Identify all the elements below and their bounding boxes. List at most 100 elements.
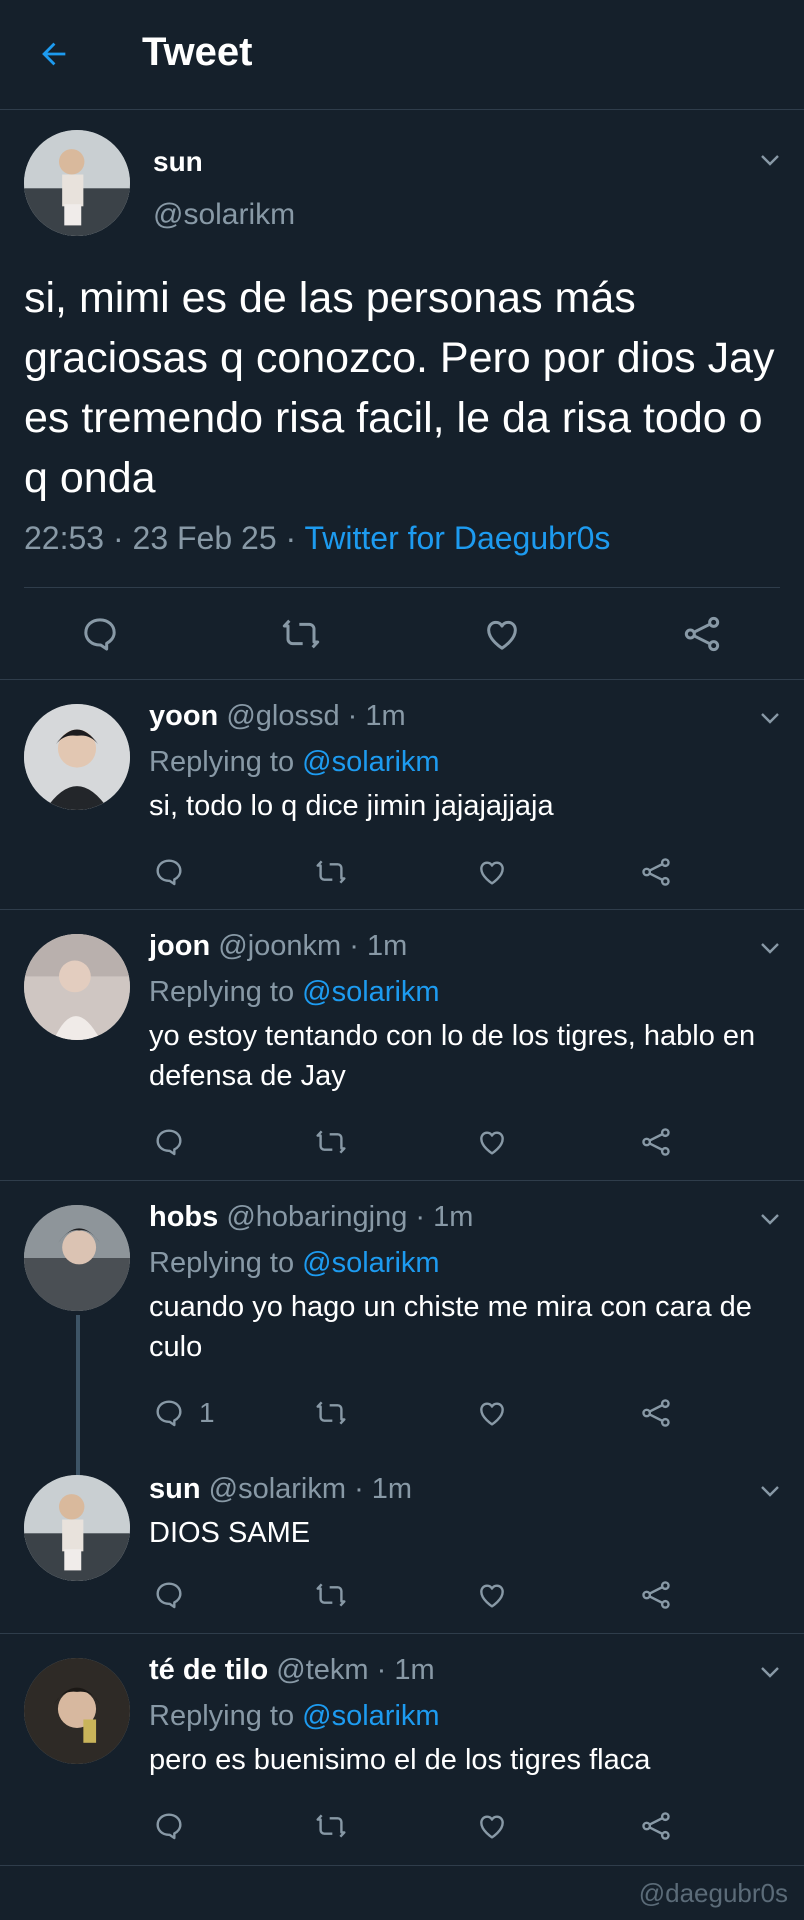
- retweet-button[interactable]: [314, 856, 348, 888]
- chevron-down-icon: [761, 1667, 779, 1678]
- author-handle[interactable]: @solarikm · 1m: [209, 1473, 412, 1505]
- more-options-button[interactable]: [756, 1658, 784, 1686]
- more-options-button[interactable]: [756, 1205, 784, 1233]
- reply-header: hobs @hobaringjng · 1m: [149, 1201, 473, 1234]
- like-button[interactable]: [482, 614, 522, 654]
- author-name[interactable]: joon: [149, 930, 210, 962]
- reply-button[interactable]: [80, 614, 120, 654]
- reply-text: cuando yo hago un chiste me mira con car…: [149, 1291, 752, 1363]
- share-button[interactable]: [640, 1810, 672, 1842]
- share-button[interactable]: [640, 1126, 672, 1158]
- reply-header: yoon @glossd · 1m: [149, 700, 406, 733]
- retweet-button[interactable]: [314, 1810, 348, 1842]
- mention-link[interactable]: @solarikm: [302, 746, 439, 778]
- avatar[interactable]: [24, 704, 130, 810]
- heart-icon: [480, 1815, 504, 1839]
- reply-icon: [156, 859, 182, 886]
- heart-icon: [480, 1131, 504, 1155]
- retweet-button[interactable]: [280, 614, 322, 654]
- reply-tweet[interactable]: té de tilo @tekm · 1m Replying to @solar…: [0, 1634, 804, 1866]
- avatar[interactable]: [24, 1475, 130, 1581]
- reply-icon: [156, 1813, 182, 1840]
- replying-to: Replying to @solarikm: [149, 1700, 440, 1732]
- share-icon: [642, 1581, 670, 1609]
- retweet-icon: [316, 1583, 346, 1607]
- thread-line: [76, 1315, 80, 1451]
- reply-tweet[interactable]: sun @solarikm · 1m DIOS SAME: [0, 1451, 804, 1634]
- retweet-button[interactable]: [314, 1126, 348, 1158]
- heart-icon: [487, 620, 517, 650]
- reply-header: joon @joonkm · 1m: [149, 930, 407, 963]
- replying-to: Replying to @solarikm: [149, 1247, 440, 1279]
- share-button[interactable]: [640, 856, 672, 888]
- retweet-icon: [282, 619, 320, 649]
- replying-to: Replying to @solarikm: [149, 746, 440, 778]
- like-button[interactable]: [476, 1397, 508, 1429]
- author-handle[interactable]: @tekm · 1m: [276, 1654, 434, 1686]
- retweet-icon: [316, 860, 346, 884]
- top-bar: Tweet: [0, 0, 804, 110]
- tweet-source-link[interactable]: Twitter for Daegubr0s: [304, 520, 610, 556]
- author-handle[interactable]: @solarikm: [153, 198, 295, 232]
- avatar[interactable]: [24, 934, 130, 1040]
- author-name[interactable]: sun: [149, 1473, 201, 1505]
- avatar[interactable]: [24, 1658, 130, 1764]
- chevron-down-icon: [761, 943, 779, 954]
- reply-header: té de tilo @tekm · 1m: [149, 1654, 435, 1687]
- avatar[interactable]: [24, 1205, 130, 1311]
- reply-icon: [156, 1129, 182, 1156]
- author-handle[interactable]: @joonkm · 1m: [218, 930, 407, 962]
- retweet-icon: [316, 1401, 346, 1425]
- reply-button[interactable]: [153, 1126, 185, 1158]
- chevron-down-icon: [761, 1486, 779, 1497]
- author-name[interactable]: yoon: [149, 700, 218, 732]
- tweet-timestamp: 22:53 · 23 Feb 25 ·: [24, 520, 305, 556]
- author-name[interactable]: hobs: [149, 1201, 218, 1233]
- author-handle[interactable]: @hobaringjng · 1m: [226, 1201, 473, 1233]
- like-button[interactable]: [476, 1126, 508, 1158]
- main-tweet: sun @solarikm si, mimi es de las persona…: [0, 110, 804, 680]
- more-options-button[interactable]: [756, 1477, 784, 1505]
- share-icon: [642, 1128, 670, 1156]
- back-button[interactable]: [34, 34, 74, 74]
- like-button[interactable]: [476, 1810, 508, 1842]
- share-icon: [642, 858, 670, 886]
- chevron-down-icon: [761, 1214, 779, 1225]
- reply-tweet[interactable]: yoon @glossd · 1m Replying to @solarikm …: [0, 680, 804, 910]
- author-handle[interactable]: @glossd · 1m: [226, 700, 405, 732]
- reply-button[interactable]: [153, 1579, 185, 1611]
- reply-text: yo estoy tentando con lo de los tigres, …: [149, 1020, 756, 1092]
- tweet-text: si, mimi es de las personas más graciosa…: [24, 274, 775, 502]
- reply-button[interactable]: [153, 1810, 185, 1842]
- retweet-button[interactable]: [314, 1397, 348, 1429]
- author-name[interactable]: sun: [153, 146, 203, 178]
- share-button[interactable]: [640, 1397, 672, 1429]
- more-options-button[interactable]: [756, 146, 784, 174]
- mention-link[interactable]: @solarikm: [302, 1247, 439, 1279]
- share-button[interactable]: [640, 1579, 672, 1611]
- retweet-icon: [316, 1814, 346, 1838]
- avatar[interactable]: [24, 130, 130, 236]
- reply-tweet[interactable]: hobs @hobaringjng · 1m Replying to @sola…: [0, 1181, 804, 1451]
- mention-link[interactable]: @solarikm: [302, 976, 439, 1008]
- share-icon: [684, 616, 720, 652]
- share-icon: [642, 1812, 670, 1840]
- tweet-actions: [0, 588, 804, 680]
- reply-count: 1: [199, 1397, 215, 1428]
- reply-header: sun @solarikm · 1m: [149, 1473, 412, 1506]
- retweet-button[interactable]: [314, 1579, 348, 1611]
- reply-tweet[interactable]: joon @joonkm · 1m Replying to @solarikm …: [0, 910, 804, 1181]
- reply-icon: [156, 1400, 182, 1427]
- reply-icon: [156, 1582, 182, 1609]
- reply-text: si, todo lo q dice jimin jajajajjaja: [149, 790, 554, 822]
- reply-button[interactable]: 1: [153, 1397, 215, 1429]
- like-button[interactable]: [476, 856, 508, 888]
- share-button[interactable]: [682, 614, 722, 654]
- more-options-button[interactable]: [756, 934, 784, 962]
- mention-link[interactable]: @solarikm: [302, 1700, 439, 1732]
- like-button[interactable]: [476, 1579, 508, 1611]
- more-options-button[interactable]: [756, 704, 784, 732]
- chevron-down-icon: [761, 713, 779, 724]
- author-name[interactable]: té de tilo: [149, 1654, 268, 1686]
- reply-button[interactable]: [153, 856, 185, 888]
